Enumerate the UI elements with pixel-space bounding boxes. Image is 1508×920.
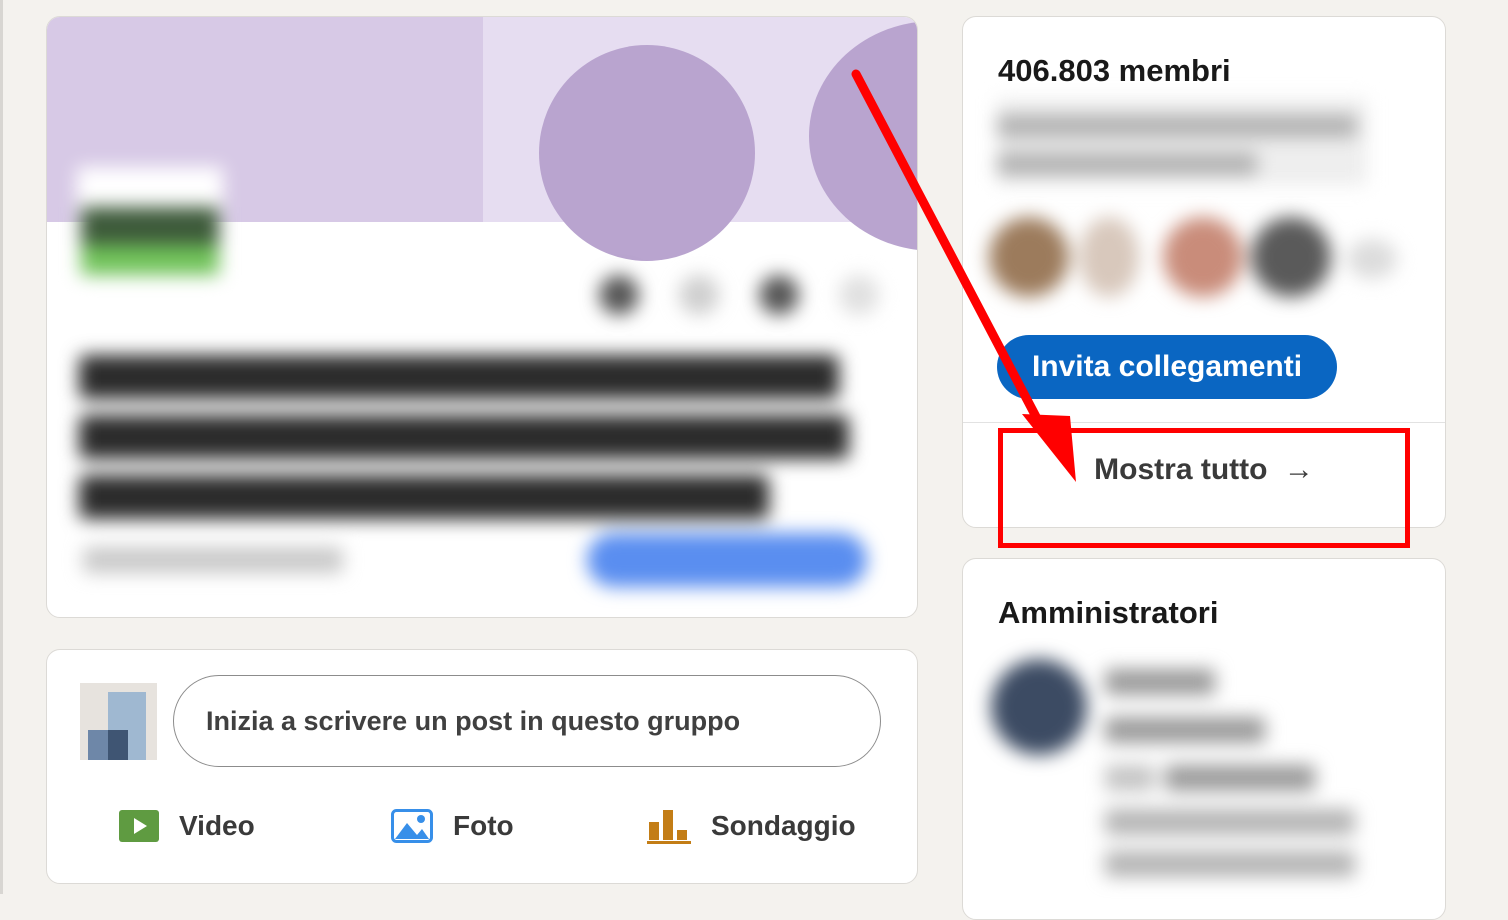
video-icon xyxy=(119,810,159,842)
more-icon[interactable] xyxy=(839,275,879,315)
admin-badge-icon xyxy=(1105,765,1155,791)
admins-card: Amministratori xyxy=(962,558,1446,920)
group-action-button[interactable] xyxy=(587,533,867,587)
more-members-icon[interactable] xyxy=(1347,239,1397,279)
members-connections-redacted xyxy=(997,99,1367,185)
group-logo xyxy=(81,207,219,247)
admin-avatar[interactable] xyxy=(991,659,1087,755)
member-avatar[interactable] xyxy=(1163,217,1243,297)
members-count: 406.803 membri xyxy=(998,53,1231,88)
video-button[interactable]: Video xyxy=(119,800,255,852)
divider xyxy=(963,422,1445,423)
photo-label: Foto xyxy=(453,810,514,841)
user-avatar xyxy=(80,683,157,760)
post-composer-card: Inizia a scrivere un post in questo grup… xyxy=(46,649,918,884)
admin-role xyxy=(1165,765,1315,791)
poll-button[interactable]: Sondaggio xyxy=(647,800,856,852)
admin-surname[interactable] xyxy=(1105,717,1265,743)
group-title-redacted xyxy=(79,345,879,519)
member-avatar[interactable] xyxy=(1079,217,1139,297)
poll-icon xyxy=(647,810,691,844)
post-input-placeholder: Inizia a scrivere un post in questo grup… xyxy=(206,705,741,736)
settings-icon[interactable] xyxy=(759,275,799,315)
admins-title: Amministratori xyxy=(998,595,1219,630)
admin-headline xyxy=(1105,851,1355,877)
annotation-highlight-box xyxy=(998,428,1410,548)
member-avatar[interactable] xyxy=(1251,217,1331,297)
window-edge xyxy=(0,0,3,894)
photo-button[interactable]: Foto xyxy=(391,800,514,852)
photo-icon xyxy=(391,809,433,843)
cover-decoration xyxy=(539,45,755,261)
post-input[interactable]: Inizia a scrivere un post in questo grup… xyxy=(173,675,881,767)
group-logo-accent xyxy=(81,245,219,275)
share-icon[interactable] xyxy=(679,275,719,315)
member-avatar[interactable] xyxy=(989,217,1069,297)
notification-icon[interactable] xyxy=(599,275,639,315)
group-type-redacted xyxy=(83,547,343,573)
admin-headline xyxy=(1105,809,1355,835)
invite-connections-button[interactable]: Invita collegamenti xyxy=(997,335,1337,399)
group-header-card xyxy=(46,16,918,618)
video-label: Video xyxy=(179,810,255,841)
poll-label: Sondaggio xyxy=(711,810,856,841)
admin-name[interactable] xyxy=(1105,669,1215,695)
